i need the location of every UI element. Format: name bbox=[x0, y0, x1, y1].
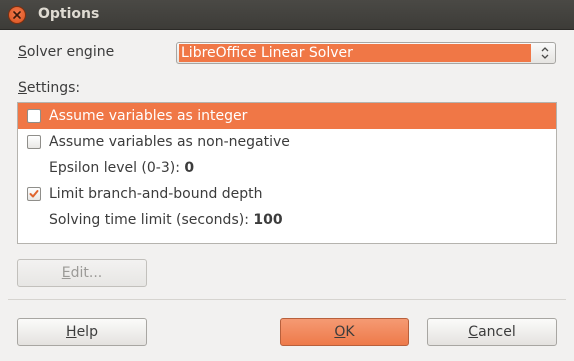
ok-button[interactable]: OK bbox=[280, 318, 409, 346]
options-dialog: Options Solver engine LibreOffice Linear… bbox=[0, 0, 574, 361]
setting-value: 100 bbox=[253, 212, 283, 228]
settings-label: Settings: bbox=[18, 80, 80, 96]
solver-engine-value: LibreOffice Linear Solver bbox=[179, 44, 531, 62]
titlebar[interactable]: Options bbox=[0, 0, 574, 30]
setting-time-limit-text: Solving time limit (seconds): 100 bbox=[49, 207, 283, 233]
setting-label: Solving time limit (seconds): bbox=[49, 212, 254, 228]
setting-epsilon-text: Epsilon level (0-3): 0 bbox=[49, 155, 194, 181]
setting-limit-depth[interactable]: Limit branch-and-bound depth bbox=[18, 181, 556, 207]
setting-epsilon-level[interactable]: Epsilon level (0-3): 0 bbox=[18, 155, 556, 181]
ok-button-rest: K bbox=[345, 324, 355, 340]
updown-arrows-icon bbox=[541, 47, 549, 59]
checkmark-icon bbox=[29, 190, 39, 198]
solver-engine-label-rest: olver engine bbox=[26, 44, 115, 60]
close-icon bbox=[13, 11, 21, 19]
setting-value: 0 bbox=[184, 160, 195, 176]
setting-assume-non-negative[interactable]: Assume variables as non-negative bbox=[18, 129, 556, 155]
setting-label: Assume variables as non-negative bbox=[49, 134, 290, 150]
edit-button-mnemonic: E bbox=[61, 265, 71, 281]
cancel-button-mnemonic: C bbox=[468, 324, 479, 340]
settings-label-mnemonic: S bbox=[18, 80, 27, 96]
solver-engine-label: Solver engine bbox=[18, 44, 114, 60]
setting-assume-integer[interactable]: Assume variables as integer bbox=[18, 103, 556, 129]
setting-label: Limit branch-and-bound depth bbox=[49, 186, 263, 202]
checkbox-assume-integer[interactable] bbox=[27, 109, 41, 123]
ok-button-mnemonic: O bbox=[334, 324, 346, 340]
setting-label: Epsilon level (0-3): bbox=[49, 160, 185, 176]
help-button[interactable]: Help bbox=[17, 318, 147, 346]
checkbox-limit-depth[interactable] bbox=[27, 187, 41, 201]
separator bbox=[8, 299, 566, 300]
solver-engine-select[interactable]: LibreOffice Linear Solver bbox=[176, 42, 556, 64]
setting-time-limit[interactable]: Solving time limit (seconds): 100 bbox=[18, 207, 556, 233]
window-title: Options bbox=[38, 6, 100, 22]
help-button-mnemonic: H bbox=[66, 324, 77, 340]
solver-engine-label-mnemonic: S bbox=[18, 44, 27, 60]
cancel-button-rest: ancel bbox=[478, 324, 516, 340]
setting-label: Assume variables as integer bbox=[49, 108, 248, 124]
settings-list[interactable]: Assume variables as integer Assume varia… bbox=[17, 102, 557, 244]
checkbox-assume-non-negative[interactable] bbox=[27, 135, 41, 149]
cancel-button[interactable]: Cancel bbox=[427, 318, 557, 346]
settings-label-rest: ettings: bbox=[26, 80, 81, 96]
edit-button[interactable]: Edit... bbox=[17, 259, 147, 287]
edit-button-rest: dit... bbox=[70, 265, 103, 281]
close-button[interactable] bbox=[8, 6, 26, 24]
help-button-rest: elp bbox=[76, 324, 98, 340]
